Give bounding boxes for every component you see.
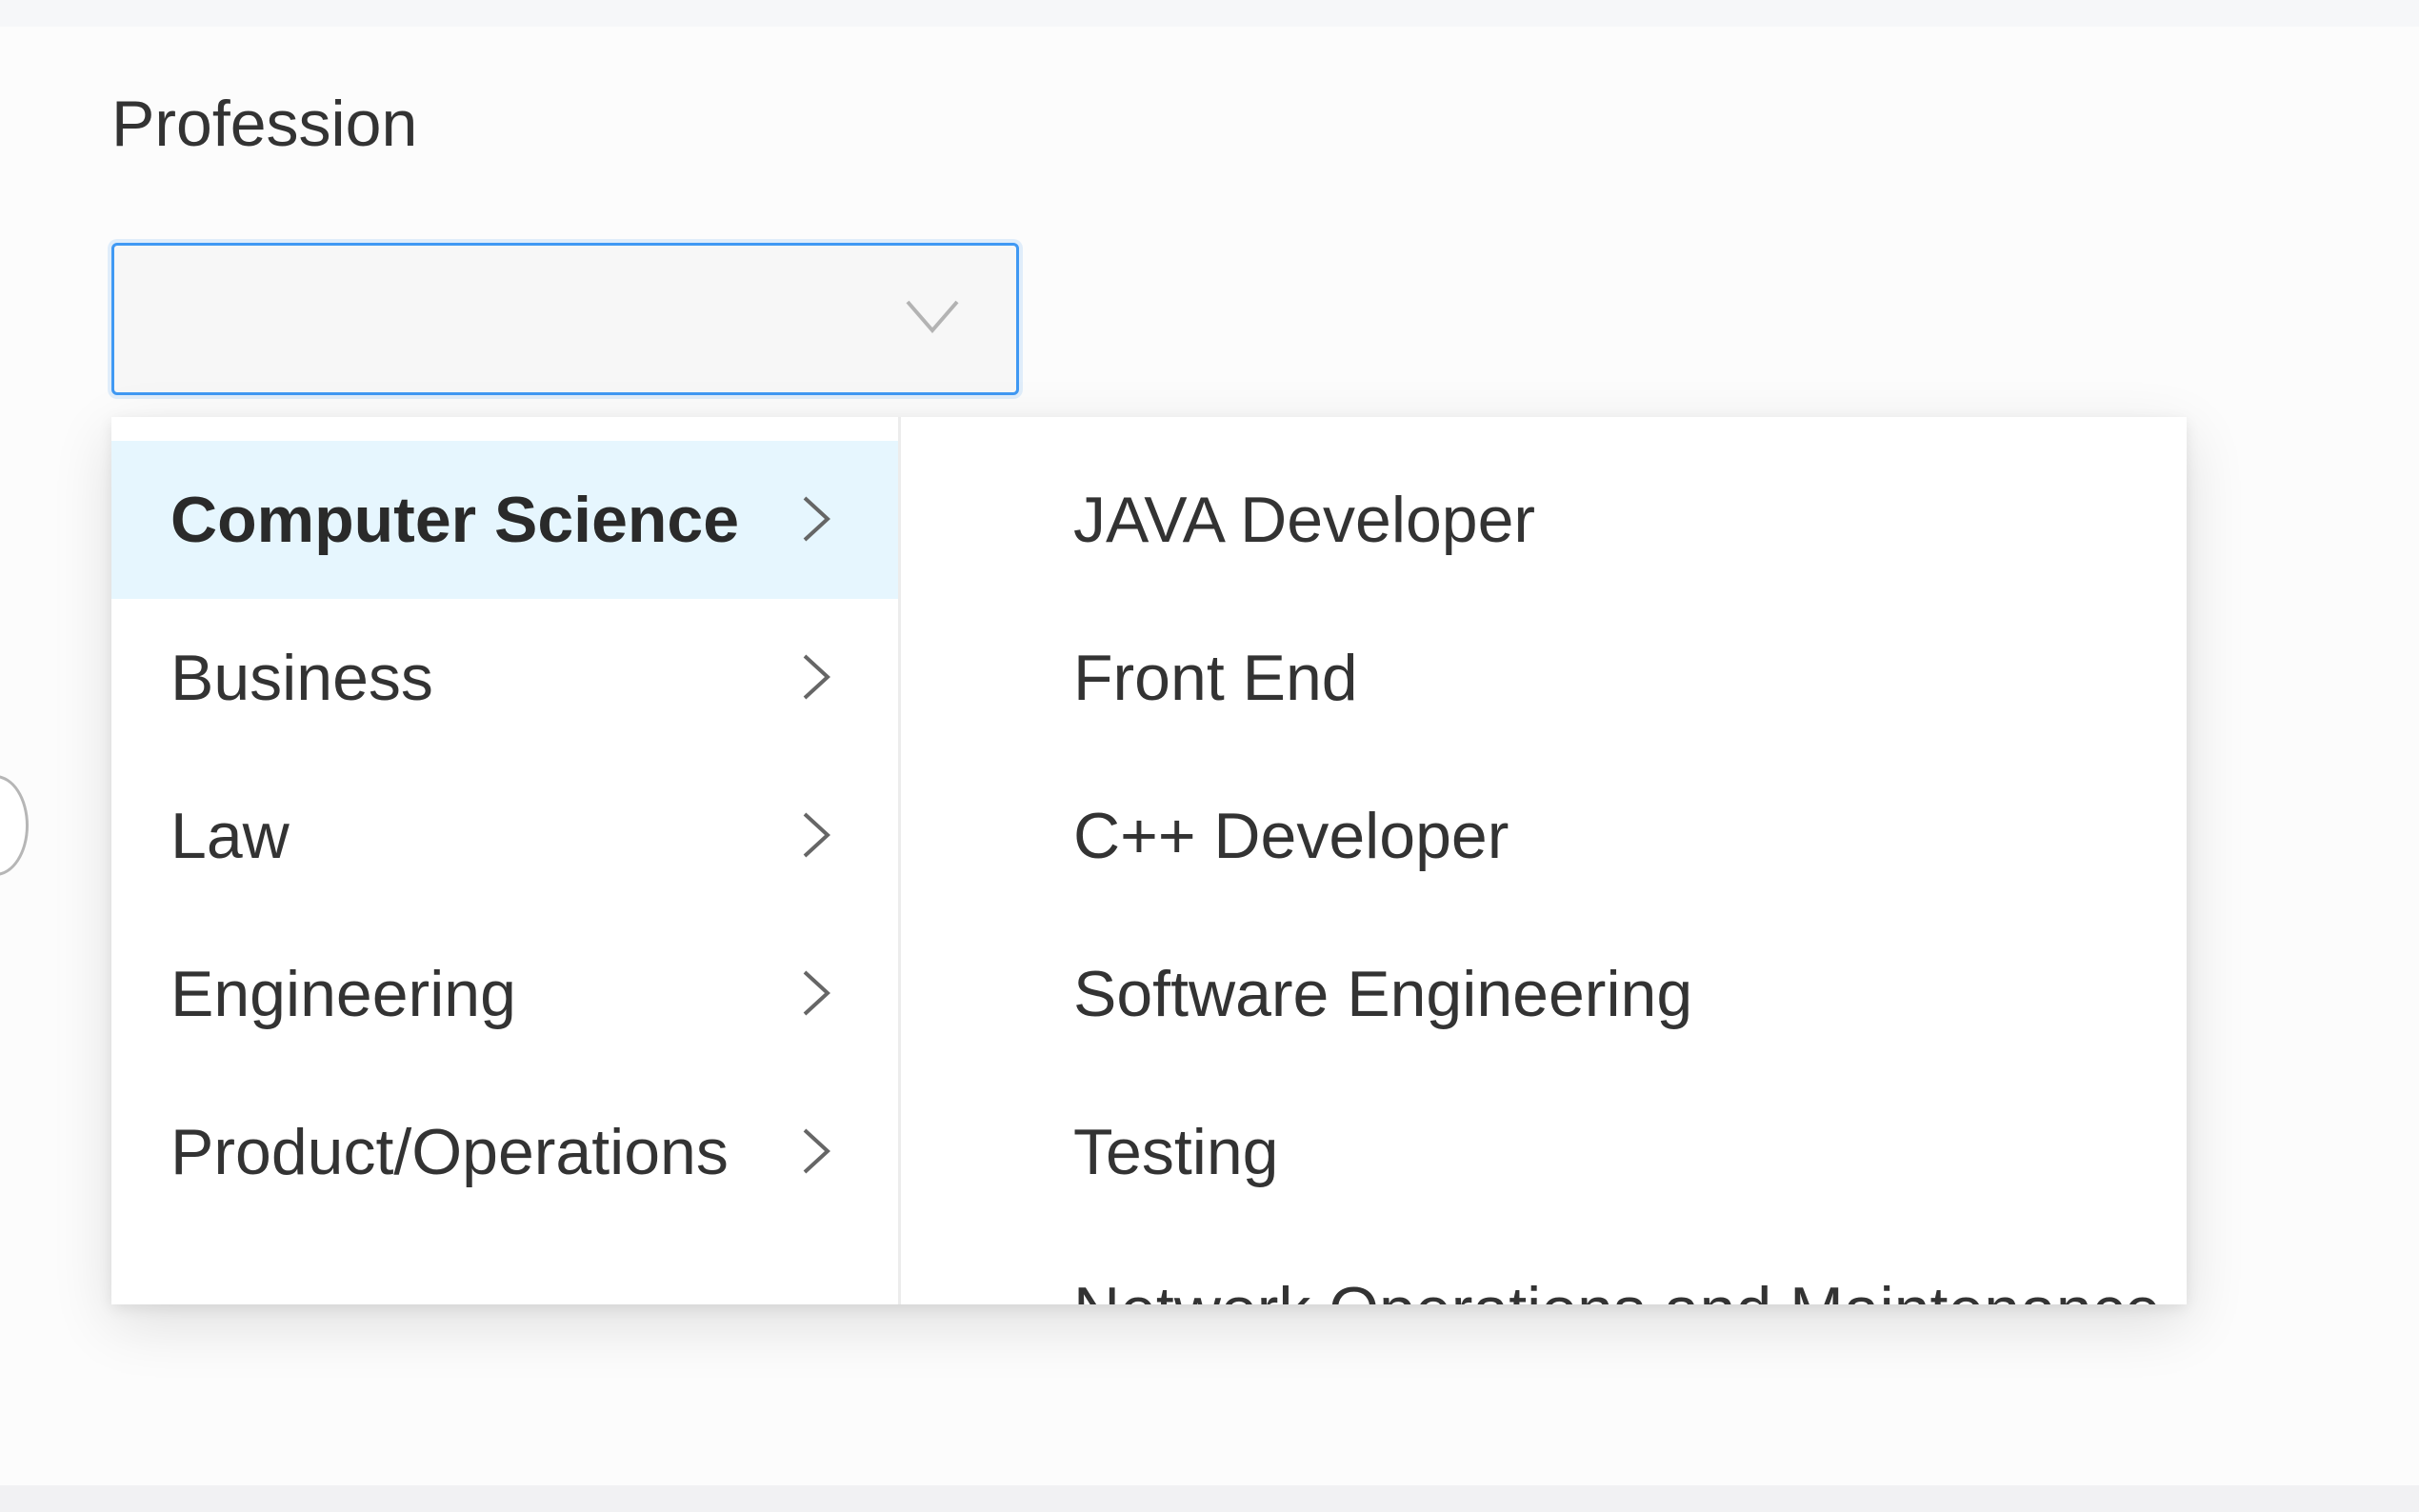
cascader-dropdown: Computer Science Business Law Engineerin… (111, 417, 2187, 1304)
category-label: Law (170, 800, 290, 872)
chevron-down-icon (906, 300, 959, 334)
category-item-product-operations[interactable]: Product/Operations (111, 1073, 898, 1231)
category-label: Product/Operations (170, 1116, 729, 1188)
option-label: Testing (1073, 1116, 1279, 1188)
top-strip (0, 0, 2419, 27)
profession-label: Profession (111, 88, 418, 160)
profession-select[interactable] (111, 243, 1019, 395)
option-menu: JAVA Developer Front End C++ Developer S… (901, 417, 2187, 1304)
chevron-right-icon (803, 970, 830, 1016)
option-label: Software Engineering (1073, 958, 1693, 1030)
option-item-front-end[interactable]: Front End (901, 599, 2187, 757)
option-item-cpp-developer[interactable]: C++ Developer (901, 757, 2187, 915)
chevron-right-icon (803, 496, 830, 542)
chevron-right-icon (803, 812, 830, 858)
option-label: Front End (1073, 642, 1358, 714)
option-item-java-developer[interactable]: JAVA Developer (901, 441, 2187, 599)
option-item-network-operations[interactable]: Network Operations and Maintenance (901, 1231, 2187, 1304)
category-item-engineering[interactable]: Engineering (111, 915, 898, 1073)
option-item-testing[interactable]: Testing (901, 1073, 2187, 1231)
category-item-law[interactable]: Law (111, 757, 898, 915)
option-item-software-engineering[interactable]: Software Engineering (901, 915, 2187, 1073)
option-label: Network Operations and Maintenance (1073, 1270, 2161, 1304)
category-item-computer-science[interactable]: Computer Science (111, 441, 898, 599)
category-item-business[interactable]: Business (111, 599, 898, 757)
category-label: Business (170, 642, 433, 714)
category-label: Engineering (170, 958, 516, 1030)
chevron-right-icon (803, 654, 830, 700)
bottom-strip (0, 1485, 2419, 1512)
option-label: JAVA Developer (1073, 484, 1536, 556)
chevron-right-icon (803, 1128, 830, 1174)
option-label: C++ Developer (1073, 800, 1509, 872)
category-menu: Computer Science Business Law Engineerin… (111, 417, 901, 1304)
category-label: Computer Science (170, 484, 740, 556)
